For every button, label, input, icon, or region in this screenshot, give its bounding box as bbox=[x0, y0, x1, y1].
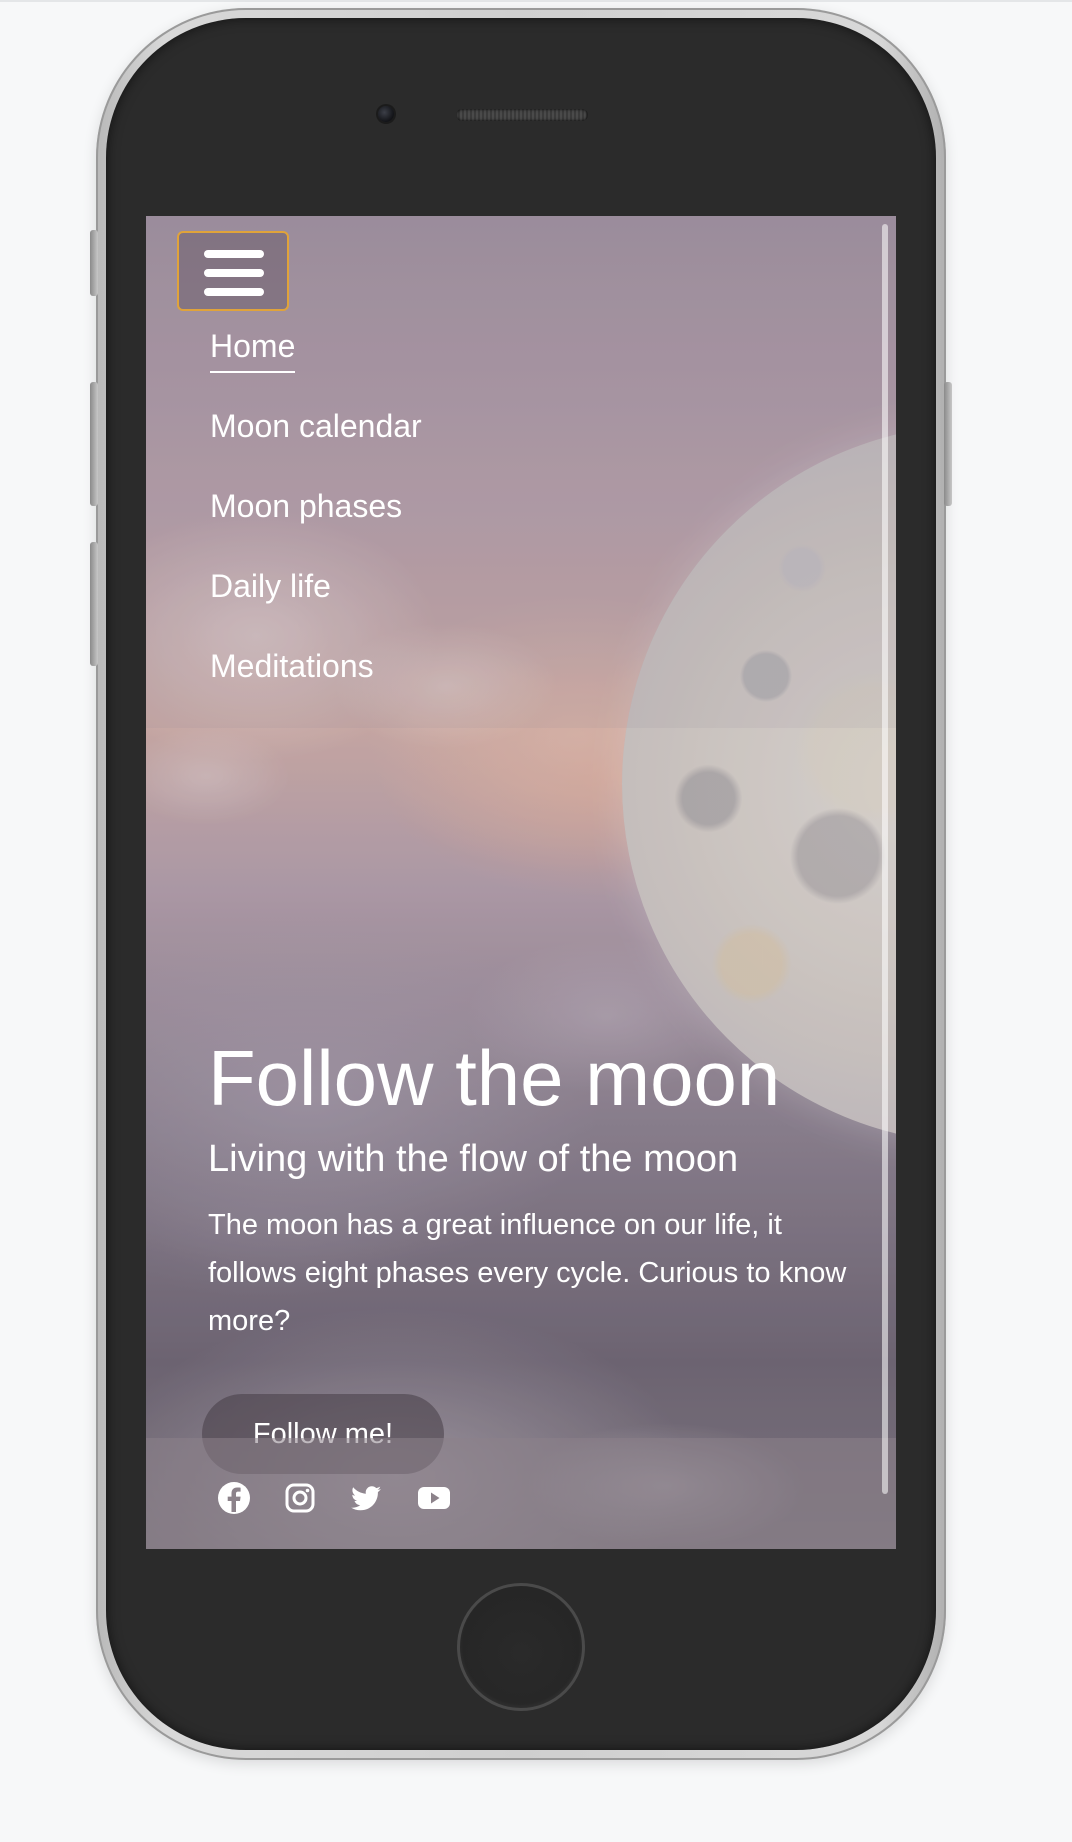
hero-subtitle: Living with the flow of the moon bbox=[208, 1137, 739, 1180]
nav-link-home[interactable]: Home bbox=[210, 328, 296, 373]
nav-item-home: Home bbox=[210, 328, 422, 408]
home-button[interactable] bbox=[457, 1583, 585, 1711]
nav-item-meditations: Meditations bbox=[210, 648, 422, 728]
phone-screen: Home Moon calendar Moon phases Daily lif… bbox=[146, 216, 896, 1549]
menu-toggle-button[interactable] bbox=[177, 231, 289, 311]
volume-up-button bbox=[90, 382, 98, 506]
footer bbox=[146, 1438, 896, 1549]
nav-link-meditations[interactable]: Meditations bbox=[210, 648, 374, 691]
instagram-icon[interactable] bbox=[280, 1478, 320, 1518]
mute-switch bbox=[90, 230, 98, 296]
twitter-icon[interactable] bbox=[346, 1478, 386, 1518]
facebook-icon[interactable] bbox=[214, 1478, 254, 1518]
earpiece-speaker bbox=[456, 109, 588, 121]
nav-link-moon-phases[interactable]: Moon phases bbox=[210, 488, 402, 531]
hero-section: Follow the moon Living with the flow of … bbox=[208, 1034, 888, 1345]
nav-link-moon-calendar[interactable]: Moon calendar bbox=[210, 408, 422, 451]
youtube-icon[interactable] bbox=[414, 1478, 454, 1518]
nav-item-moon-phases: Moon phases bbox=[210, 488, 422, 568]
nav-menu: Home Moon calendar Moon phases Daily lif… bbox=[210, 328, 422, 728]
nav-item-daily-life: Daily life bbox=[210, 568, 422, 648]
hero-title: Follow the moon bbox=[208, 1034, 781, 1122]
nav-link-daily-life[interactable]: Daily life bbox=[210, 568, 331, 611]
power-button bbox=[944, 382, 952, 506]
page-top-border bbox=[0, 0, 1072, 2]
front-camera bbox=[378, 106, 394, 122]
hero-description: The moon has a great influence on our li… bbox=[208, 1208, 847, 1337]
scrollbar[interactable] bbox=[882, 224, 888, 1494]
volume-down-button bbox=[90, 542, 98, 666]
nav-item-moon-calendar: Moon calendar bbox=[210, 408, 422, 488]
